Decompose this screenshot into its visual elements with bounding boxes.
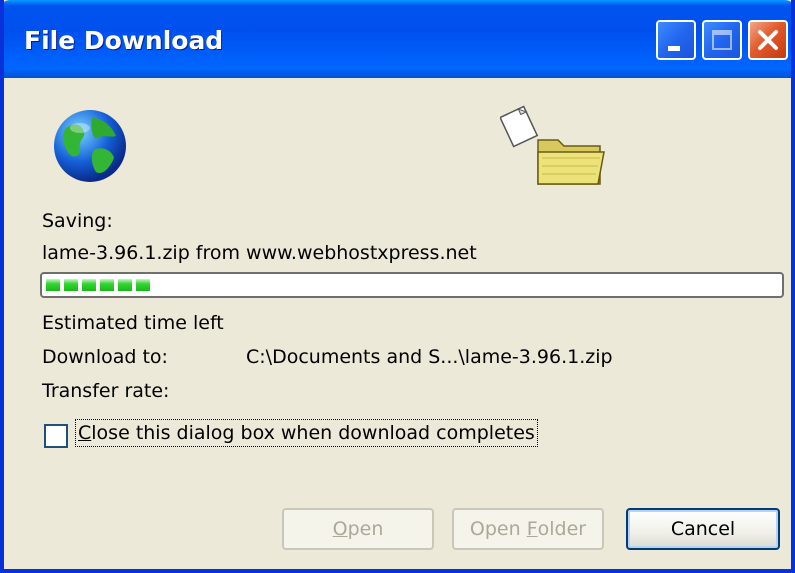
source-text: lame-3.96.1.zip from www.webhostxpress.n… bbox=[42, 242, 477, 264]
progress-block bbox=[100, 279, 114, 291]
open-button-text: pen bbox=[347, 518, 384, 540]
title-bar[interactable]: File Download bbox=[4, 0, 791, 78]
estimated-time-label: Estimated time left bbox=[42, 312, 224, 334]
cancel-button[interactable]: Cancel bbox=[626, 508, 780, 550]
progress-block bbox=[118, 279, 132, 291]
transfer-rate-label: Transfer rate: bbox=[42, 380, 170, 402]
maximize-icon bbox=[712, 30, 732, 50]
cancel-button-label: Cancel bbox=[670, 518, 736, 540]
open-folder-accel: F bbox=[526, 518, 538, 540]
close-label-accel: C bbox=[78, 422, 92, 444]
minimize-icon bbox=[668, 46, 680, 51]
progress-fill bbox=[46, 279, 150, 291]
close-on-complete-label[interactable]: Close this dialog box when download comp… bbox=[75, 419, 538, 447]
close-icon bbox=[758, 30, 778, 50]
close-on-complete-checkbox[interactable] bbox=[44, 424, 68, 448]
folder-icon bbox=[500, 105, 605, 185]
saving-label: Saving: bbox=[42, 210, 113, 232]
progress-block bbox=[82, 279, 96, 291]
download-progress-bar bbox=[40, 272, 784, 298]
close-button[interactable] bbox=[748, 20, 788, 60]
open-folder-prefix: Open bbox=[469, 518, 527, 540]
download-to-value: C:\Documents and S...\lame-3.96.1.zip bbox=[246, 346, 613, 368]
maximize-button[interactable] bbox=[702, 20, 742, 60]
dialog-content: Saving: lame-3.96.1.zip from www.webhost… bbox=[4, 78, 791, 569]
file-download-dialog: File Download Saving: lame-3.96.1.zip fr… bbox=[0, 0, 795, 573]
progress-block bbox=[136, 279, 150, 291]
close-label-text: lose this dialog box when download compl… bbox=[91, 422, 535, 444]
open-folder-text: older bbox=[537, 518, 587, 540]
progress-block bbox=[64, 279, 78, 291]
open-button-accel: O bbox=[332, 518, 348, 540]
globe-icon bbox=[54, 110, 126, 182]
progress-block bbox=[46, 279, 60, 291]
open-folder-button[interactable]: Open Folder bbox=[452, 508, 604, 550]
minimize-button[interactable] bbox=[656, 20, 696, 60]
open-button[interactable]: Open bbox=[282, 508, 434, 550]
download-to-label: Download to: bbox=[42, 346, 168, 368]
window-title: File Download bbox=[24, 26, 224, 55]
